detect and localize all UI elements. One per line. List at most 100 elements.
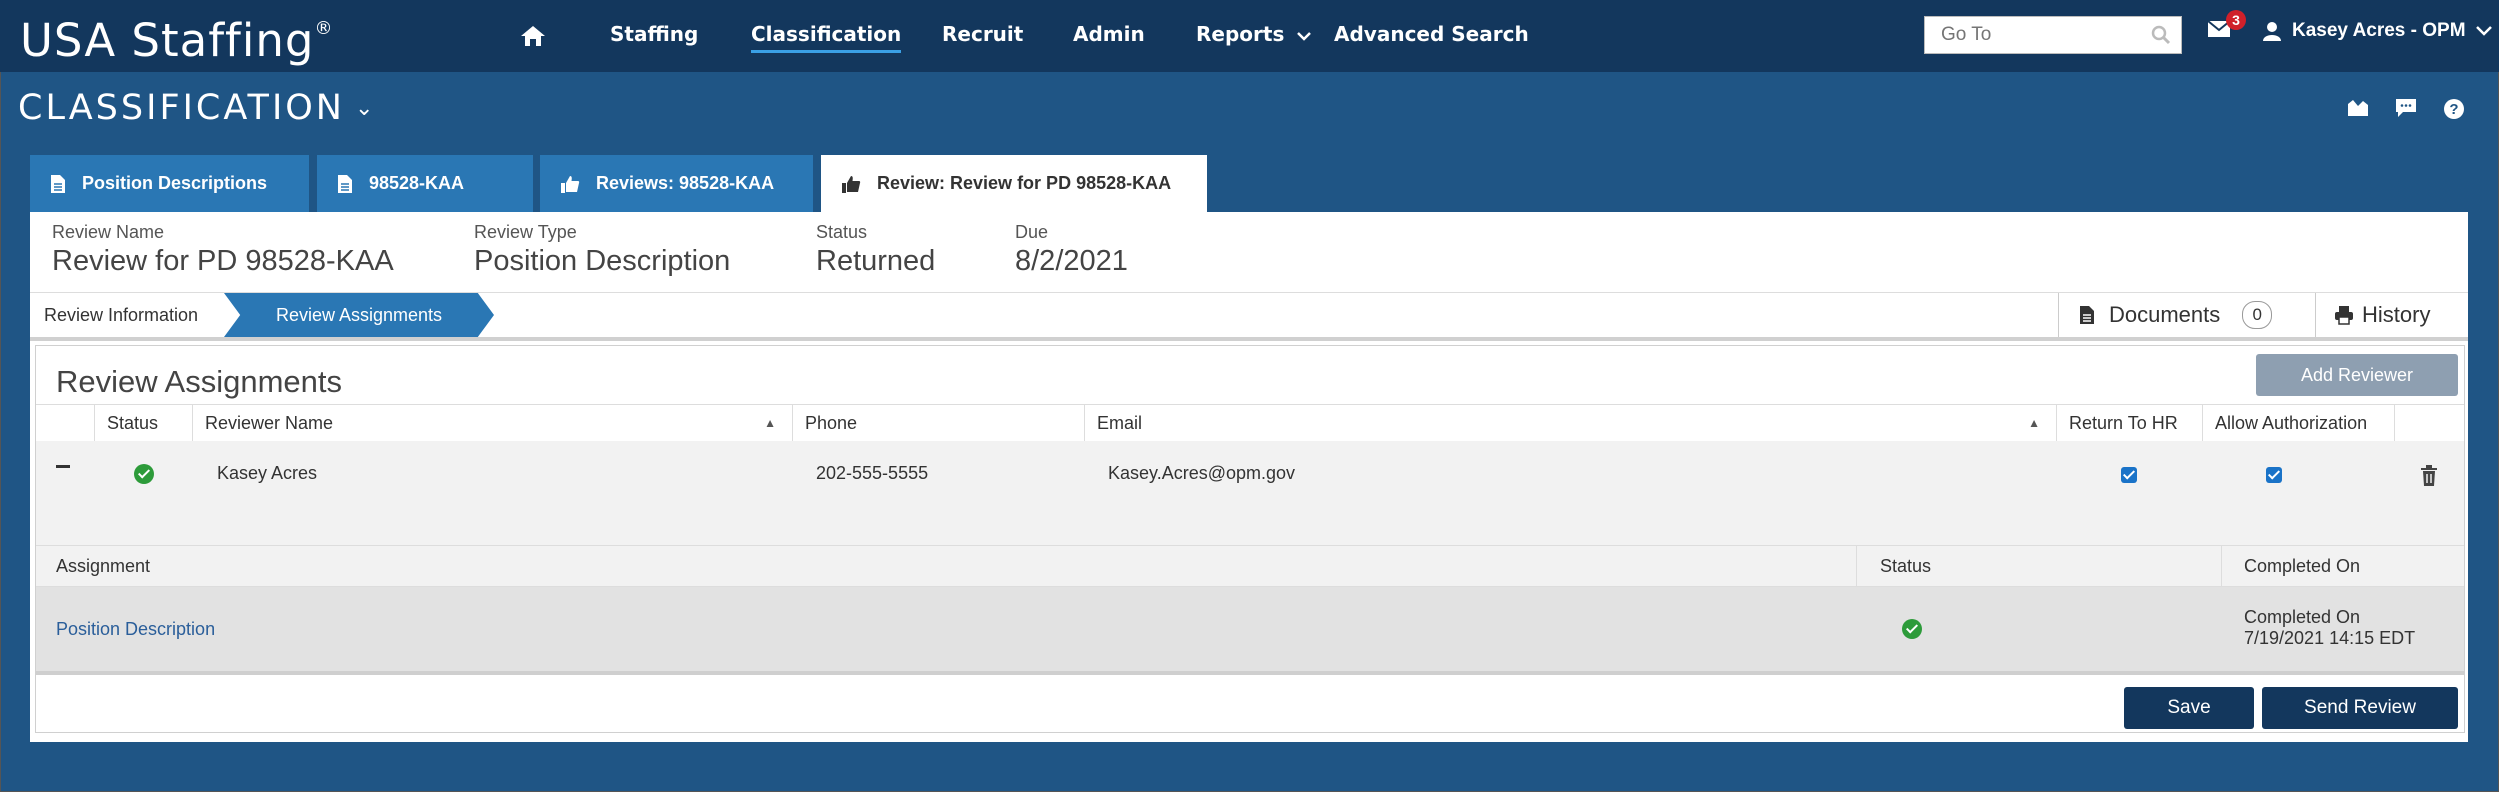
module-title[interactable]: CLASSIFICATION ⌄ xyxy=(18,88,376,128)
nav-reports[interactable]: Reports xyxy=(1196,22,1312,46)
completed-on-value: Completed On 7/19/2021 14:15 EDT xyxy=(2244,607,2415,649)
sort-icon[interactable]: ▲ xyxy=(2028,405,2040,441)
sort-icon[interactable]: ▲ xyxy=(764,405,776,441)
column-phone[interactable]: Phone xyxy=(792,405,1084,441)
tab-reviews[interactable]: Reviews: 98528-KAA xyxy=(540,155,813,212)
goto-search xyxy=(1924,16,2182,54)
tab-review-active[interactable]: Review: Review for PD 98528-KAA xyxy=(821,155,1207,212)
user-icon xyxy=(2263,22,2281,41)
thumbs-up-icon xyxy=(561,175,580,193)
nav-reports-label: Reports xyxy=(1196,22,1285,46)
column-reviewer-name[interactable]: Reviewer Name ▲ xyxy=(192,405,792,441)
summary-value: Review for PD 98528-KAA xyxy=(52,245,394,277)
section-title: Review Assignments xyxy=(56,364,343,399)
nav-advanced-search[interactable]: Advanced Search xyxy=(1334,22,1529,46)
home-icon[interactable] xyxy=(520,24,546,48)
subnav-review-assignments[interactable]: Review Assignments xyxy=(224,293,494,337)
reviewer-phone: 202-555-5555 xyxy=(816,463,929,483)
documents-count: 0 xyxy=(2242,301,2273,329)
nav-classification[interactable]: Classification xyxy=(751,22,902,53)
tab-label: Reviews: 98528-KAA xyxy=(596,173,775,193)
column-label: Email xyxy=(1097,413,1143,433)
reviewer-name: Kasey Acres xyxy=(217,463,318,483)
column-status[interactable]: Status xyxy=(94,405,192,441)
summary-review-name: Review Name Review for PD 98528-KAA xyxy=(52,222,394,278)
tab-label: Review: Review for PD 98528-KAA xyxy=(877,173,1172,193)
summary-value: Returned xyxy=(816,245,936,277)
divider xyxy=(1856,546,1857,586)
thumbs-up-icon xyxy=(842,175,861,193)
subnav-review-information[interactable]: Review Information xyxy=(44,305,198,326)
nav-admin[interactable]: Admin xyxy=(1073,22,1145,46)
tab-position-description-98528[interactable]: 98528-KAA xyxy=(317,155,533,212)
completed-on-date: 7/19/2021 14:15 EDT xyxy=(2244,628,2416,648)
status-complete-icon xyxy=(134,464,154,484)
status-complete-icon xyxy=(1902,619,1922,639)
summary-status: Status Returned xyxy=(816,222,935,278)
allow-authorization-checkbox[interactable] xyxy=(2266,467,2282,483)
document-icon xyxy=(51,174,65,193)
assignment-link[interactable]: Position Description xyxy=(56,619,215,640)
review-summary: Review Name Review for PD 98528-KAA Revi… xyxy=(30,212,2468,293)
return-to-hr-checkbox[interactable] xyxy=(2121,467,2137,483)
column-email[interactable]: Email ▲ xyxy=(1084,405,2056,441)
review-subnav: Review Information Review Assignments Do… xyxy=(30,293,2468,341)
add-reviewer-button[interactable]: Add Reviewer xyxy=(2256,354,2458,396)
column-return-to-hr[interactable]: Return To HR xyxy=(2056,405,2202,441)
printer-icon xyxy=(2335,306,2353,325)
search-icon[interactable] xyxy=(2151,25,2171,45)
tab-position-descriptions[interactable]: Position Descriptions xyxy=(30,155,309,212)
collapse-icon[interactable] xyxy=(56,465,70,468)
app-logo[interactable]: USA Staffing® xyxy=(20,14,333,67)
reviewers-table-header: Status Reviewer Name ▲ Phone Email ▲ Retur… xyxy=(36,404,2464,442)
document-icon xyxy=(2080,306,2094,324)
document-icon xyxy=(338,174,352,193)
completed-on-label: Completed On xyxy=(2244,607,2361,627)
documents-label: Documents xyxy=(2109,302,2221,327)
expand-column-header xyxy=(36,405,94,441)
column-assignment: Assignment xyxy=(56,556,151,576)
chat-icon[interactable] xyxy=(2395,98,2417,118)
column-completed-on: Completed On xyxy=(2244,556,2361,576)
review-assignments-section: Review Assignments Add Reviewer Status R… xyxy=(35,345,2465,733)
dashboard-icon[interactable] xyxy=(2347,98,2369,118)
nav-staffing[interactable]: Staffing xyxy=(610,22,698,46)
assignment-row: Position Description Completed On 7/19/20… xyxy=(36,587,2464,675)
goto-input[interactable] xyxy=(1939,17,2143,53)
documents-button[interactable]: Documents 0 xyxy=(2058,293,2314,337)
column-allow-authorization[interactable]: Allow Authorization xyxy=(2202,405,2394,441)
history-button[interactable]: History xyxy=(2315,293,2468,337)
column-assignment-status: Status xyxy=(1880,556,1932,576)
summary-value: Position Description xyxy=(474,245,731,277)
reviewer-row: Kasey Acres 202-555-5555 Kasey.Acres@opm… xyxy=(36,441,2464,546)
chevron-down-icon xyxy=(2475,26,2492,36)
chevron-down-icon: ⌄ xyxy=(355,96,377,121)
top-navigation-bar: USA Staffing® Staffing Classification Re… xyxy=(0,0,2499,72)
nav-recruit[interactable]: Recruit xyxy=(942,22,1023,46)
summary-label: Review Name xyxy=(52,222,165,242)
help-icon[interactable]: ? xyxy=(2443,98,2465,120)
summary-value: 8/2/2021 xyxy=(1015,245,1128,277)
summary-label: Review Type xyxy=(474,222,577,242)
main-panel: Review Name Review for PD 98528-KAA Revi… xyxy=(30,212,2468,742)
reviewer-email: Kasey.Acres@opm.gov xyxy=(1108,463,1296,483)
divider xyxy=(2221,546,2222,586)
tab-label: 98528-KAA xyxy=(369,173,465,193)
summary-label: Due xyxy=(1015,222,1049,242)
chevron-down-icon xyxy=(1297,32,1312,41)
send-review-button[interactable]: Send Review xyxy=(2262,687,2458,729)
notification-badge: 3 xyxy=(2226,10,2246,30)
tab-label: Position Descriptions xyxy=(82,173,268,193)
user-menu[interactable]: Kasey Acres - OPM xyxy=(2262,20,2492,42)
actions-column-header xyxy=(2394,405,2464,441)
svg-text:?: ? xyxy=(2449,101,2458,118)
header-icons: ? xyxy=(2347,98,2465,120)
column-label: Reviewer Name xyxy=(205,413,334,433)
trash-icon[interactable] xyxy=(2420,465,2438,487)
summary-label: Status xyxy=(816,222,868,242)
summary-due: Due 8/2/2021 xyxy=(1015,222,1128,278)
assignments-table-header: Assignment Status Completed On xyxy=(36,546,2464,587)
user-name: Kasey Acres - OPM xyxy=(2292,20,2466,41)
history-label: History xyxy=(2362,302,2431,327)
save-button[interactable]: Save xyxy=(2124,687,2254,729)
